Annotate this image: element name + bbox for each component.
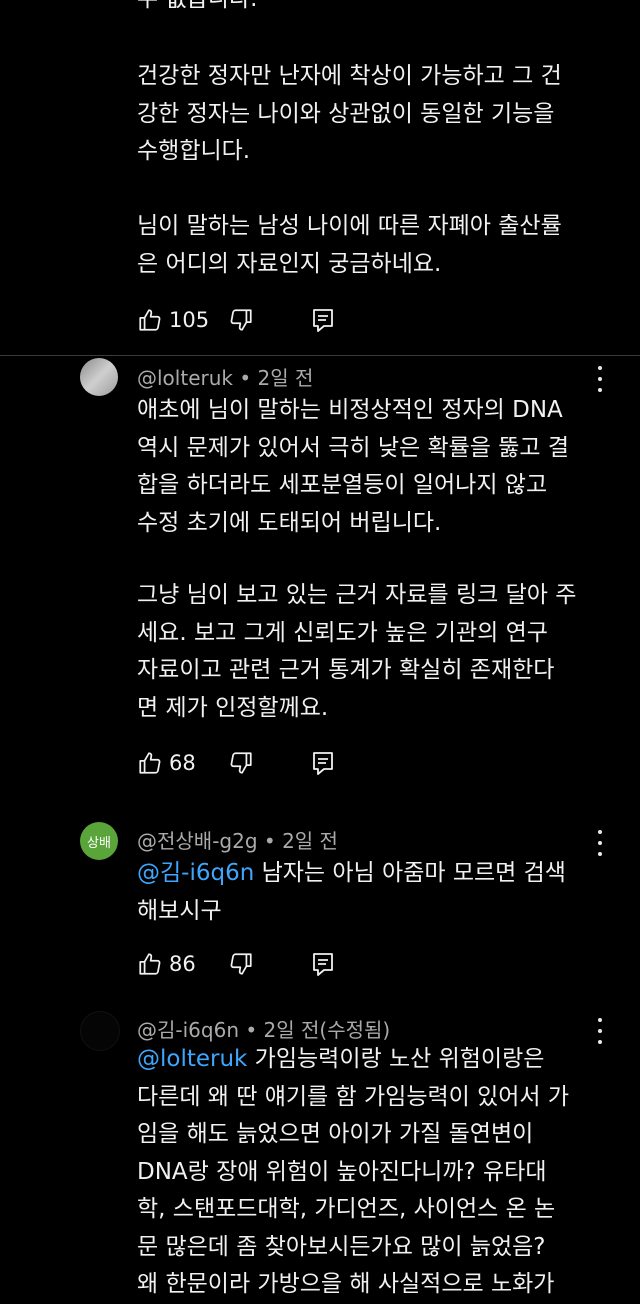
comment-text-partial: 수 없습니다. [137, 0, 607, 19]
comment-header: @김-i6q6n • 2일 전(수정됨) [137, 1014, 390, 1043]
more-vertical-icon[interactable] [590, 830, 610, 856]
comment-text: @김-i6q6n 남자는 아님 아줌마 모르면 검색 해보시구 [137, 855, 607, 930]
author-name[interactable]: @lolteruk [137, 366, 233, 390]
thumbs-up-icon [137, 750, 163, 776]
comment-actions: 105 [137, 305, 377, 335]
thumbs-up-icon [137, 307, 163, 333]
reply-icon [311, 307, 335, 333]
author-name[interactable]: @김-i6q6n [137, 1018, 239, 1042]
dislike-button[interactable] [228, 305, 254, 335]
timestamp: 2일 전(수정됨) [263, 1018, 391, 1042]
author-name[interactable]: @전상배-g2g [137, 829, 258, 853]
comment-header: @전상배-g2g • 2일 전 [137, 825, 338, 854]
thumbs-down-icon [228, 750, 254, 776]
comment-text-paragraph: 애초에 님이 말하는 비정상적인 정자의 DNA 역시 문제가 있어서 극히 낮… [137, 397, 570, 536]
comment-text: @lolteruk 가임능력이랑 노산 위험이랑은 다른데 왜 딴 얘기를 함 … [137, 1041, 607, 1304]
more-vertical-icon[interactable] [590, 366, 610, 392]
reply-button[interactable] [311, 305, 335, 335]
thumbs-up-icon [137, 951, 163, 977]
comment-actions: 68 [137, 748, 377, 778]
comment-header: @lolteruk • 2일 전 [137, 362, 313, 391]
comment-text-rest: 다른데 왜 딴 얘기를 함 가임능력이 있어서 가 임을 해도 늙었으면 아이가… [137, 1083, 570, 1298]
like-count: 68 [169, 751, 196, 775]
thumbs-down-icon [228, 307, 254, 333]
like-count: 105 [169, 308, 210, 332]
reply-button[interactable] [311, 748, 335, 778]
thumbs-down-icon [228, 951, 254, 977]
comment-actions: 86 [137, 949, 377, 979]
separator-dot: • [239, 366, 258, 390]
like-button[interactable]: 86 [137, 949, 196, 979]
reply-icon [311, 750, 335, 776]
timestamp: 2일 전 [257, 366, 314, 390]
comment-text-paragraph: 건강한 정자만 난자에 착상이 가능하고 그 건 강한 정자는 나이와 상관없이… [137, 63, 562, 164]
dislike-button[interactable] [228, 949, 254, 979]
avatar[interactable] [80, 1011, 120, 1051]
like-button[interactable]: 68 [137, 748, 196, 778]
separator-dot: • [245, 1018, 264, 1042]
separator-dot: • [263, 829, 283, 853]
like-count: 86 [169, 952, 196, 976]
comment-text-line: 해보시구 [137, 897, 222, 924]
comment-text-paragraph: 님이 말하는 남성 나이에 따른 자폐아 출산률 은 어디의 자료인지 궁금하네… [137, 213, 562, 277]
avatar-initials: 상배 [87, 835, 111, 851]
mention-link[interactable]: @lolteruk [137, 1046, 247, 1072]
comment-text-paragraph: 그냥 님이 보고 있는 근거 자료를 링크 달아 주 세요. 보고 그게 신뢰도… [137, 582, 577, 721]
avatar[interactable] [80, 358, 118, 396]
comment-text-line: 가임능력이랑 노산 위험이랑은 [247, 1046, 545, 1072]
dislike-button[interactable] [228, 748, 254, 778]
divider [0, 355, 640, 356]
mention-link[interactable]: @김-i6q6n [137, 860, 254, 886]
comment-text-line: 남자는 아님 아줌마 모르면 검색 [254, 860, 566, 886]
reply-icon [311, 951, 335, 977]
reply-button[interactable] [311, 949, 335, 979]
avatar[interactable]: 상배 [80, 822, 118, 860]
timestamp: 2일 전 [282, 829, 338, 853]
like-button[interactable]: 105 [137, 305, 209, 335]
